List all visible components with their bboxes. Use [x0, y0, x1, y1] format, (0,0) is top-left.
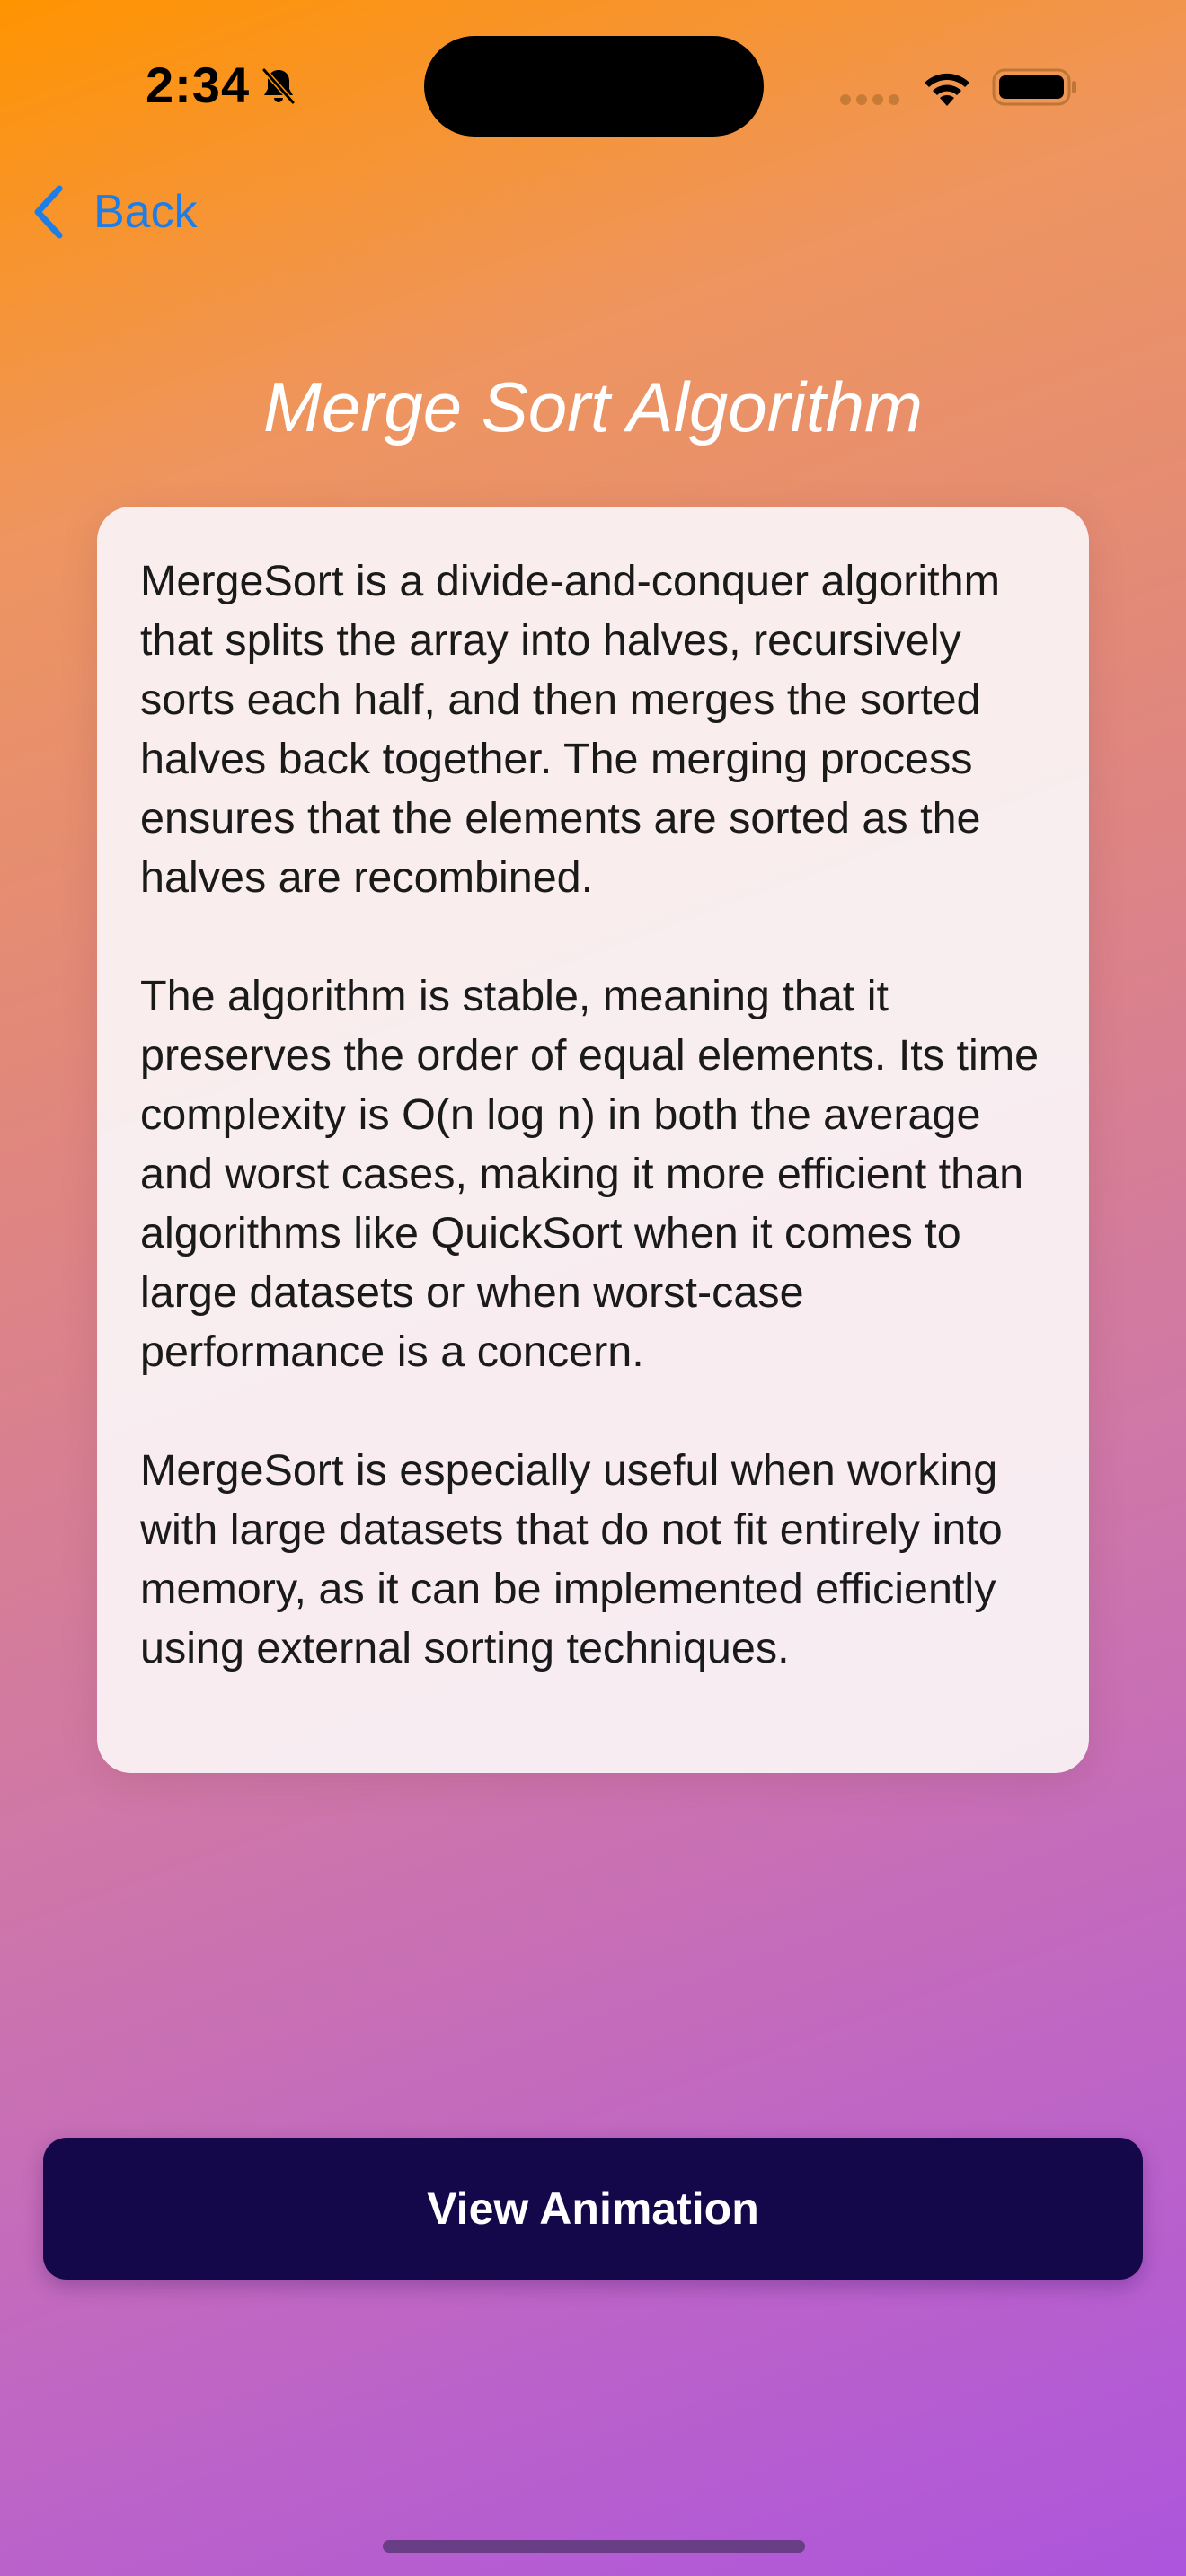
home-indicator[interactable]	[383, 2540, 805, 2553]
description-paragraph-3: MergeSort is especially useful when work…	[140, 1446, 1003, 1672]
page-title: Merge Sort Algorithm	[262, 367, 924, 446]
back-label: Back	[93, 186, 198, 238]
status-bar: 2:34	[0, 0, 1186, 180]
dynamic-island	[424, 36, 764, 137]
bell-slash-icon	[261, 67, 296, 105]
battery-icon	[992, 68, 1076, 106]
description-paragraph-1: MergeSort is a divide-and-conquer algori…	[140, 557, 1000, 902]
chevron-left-icon	[34, 185, 63, 239]
view-animation-label: View Animation	[427, 2183, 759, 2234]
wifi-icon	[925, 73, 969, 106]
status-time: 2:34	[146, 57, 251, 113]
description-paragraph-2: The algorithm is stable, meaning that it…	[140, 972, 1040, 1376]
back-button[interactable]: Back	[31, 176, 198, 248]
description-card: MergeSort is a divide-and-conquer algori…	[97, 507, 1089, 1773]
signal-icon	[840, 94, 899, 105]
view-animation-button[interactable]: View Animation	[43, 2138, 1143, 2280]
